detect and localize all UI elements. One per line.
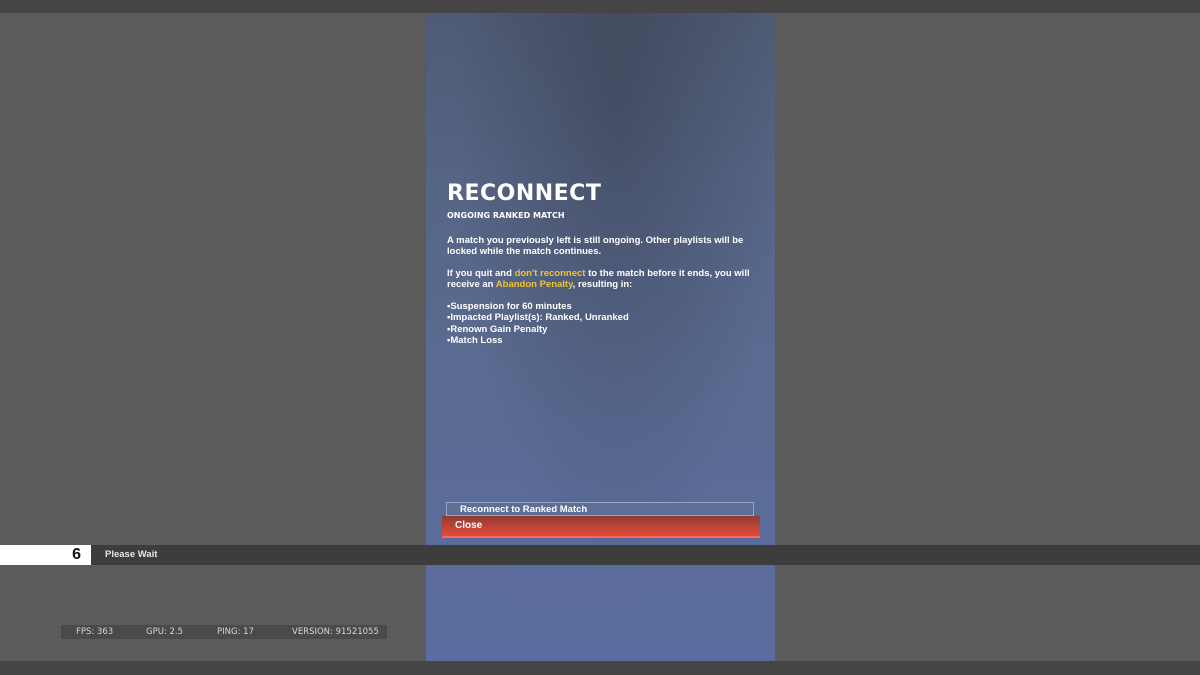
gpu-readout: GPU: 2.5	[146, 627, 184, 637]
wait-bar	[0, 545, 1200, 565]
warning-text: If you quit and	[447, 268, 515, 279]
top-bar	[0, 0, 1200, 13]
bottom-bar	[0, 661, 1200, 675]
dont-reconnect-highlight: don't reconnect	[514, 268, 586, 279]
penalty-item: Suspension for 60 minutes	[447, 301, 629, 312]
penalty-warning-paragraph: If you quit and don't reconnect to the m…	[447, 268, 767, 290]
penalty-item: Match Loss	[447, 335, 629, 346]
penalty-item: Renown Gain Penalty	[447, 324, 629, 335]
abandon-penalty-highlight: Abandon Penalty	[495, 279, 573, 290]
close-button[interactable]: Close	[442, 516, 760, 538]
warning-text: , resulting in:	[572, 279, 633, 290]
fps-readout: FPS: 363	[76, 627, 114, 637]
info-paragraph: A match you previously left is still ong…	[447, 235, 744, 257]
wait-countdown: 6	[0, 545, 91, 565]
ping-readout: PING: 17	[217, 627, 254, 637]
dialog-title: RECONNECT	[447, 181, 602, 206]
wait-label: Please Wait	[105, 549, 158, 560]
penalty-list: Suspension for 60 minutes Impacted Playl…	[447, 301, 629, 346]
reconnect-button[interactable]: Reconnect to Ranked Match	[446, 502, 754, 516]
penalty-item: Impacted Playlist(s): Ranked, Unranked	[447, 312, 628, 323]
performance-stats: FPS: 363 GPU: 2.5 PING: 17 VERSION: 9152…	[61, 625, 387, 639]
version-readout: VERSION: 91521055	[292, 627, 379, 637]
dialog-subtitle: ONGOING RANKED MATCH	[447, 211, 565, 220]
